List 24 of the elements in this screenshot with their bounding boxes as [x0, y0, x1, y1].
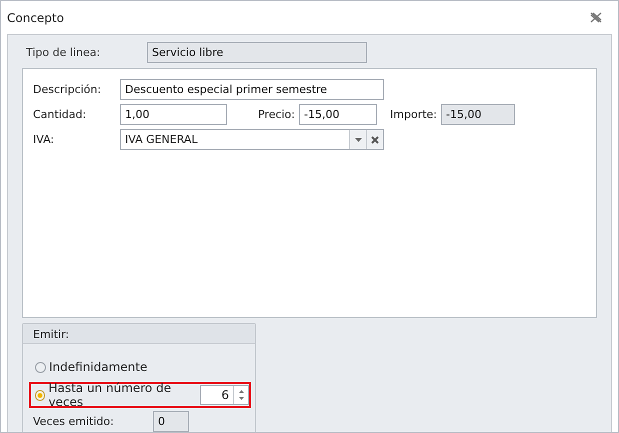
radio-button[interactable]	[35, 390, 46, 400]
field-label: Importe:	[389, 108, 438, 121]
description-field[interactable]: Descuento especial primer semestre	[120, 79, 384, 100]
clear-icon[interactable]	[371, 136, 379, 144]
window-title: Concepto	[7, 10, 64, 24]
quantity-field[interactable]: 1,00	[120, 104, 227, 125]
close-icon[interactable]	[590, 12, 602, 23]
group-title: Emitir:	[33, 328, 70, 341]
field-label: IVA:	[33, 133, 56, 146]
field-label: Veces emitido:	[33, 415, 115, 428]
line-type-field[interactable]: Servicio libre	[147, 42, 367, 63]
price-field[interactable]: -15,00	[299, 104, 377, 125]
dropdown-arrow-icon[interactable]	[354, 138, 362, 142]
field-label: Precio:	[256, 108, 296, 121]
radio-button[interactable]	[35, 362, 46, 372]
field-label: Tipo de linea:	[25, 46, 102, 59]
radio-option[interactable]: Hasta un número de veces	[35, 381, 200, 409]
field-label: Descripción:	[33, 83, 102, 96]
field-label: Cantidad:	[33, 108, 88, 121]
count-spinner[interactable]: 6	[200, 385, 249, 405]
amount-field[interactable]: -15,00	[441, 104, 515, 125]
emitted-count-field[interactable]: 0	[153, 411, 189, 432]
radio-option[interactable]: Indefinidamente	[35, 360, 148, 374]
vat-dropdown[interactable]: IVA GENERAL	[120, 129, 384, 150]
